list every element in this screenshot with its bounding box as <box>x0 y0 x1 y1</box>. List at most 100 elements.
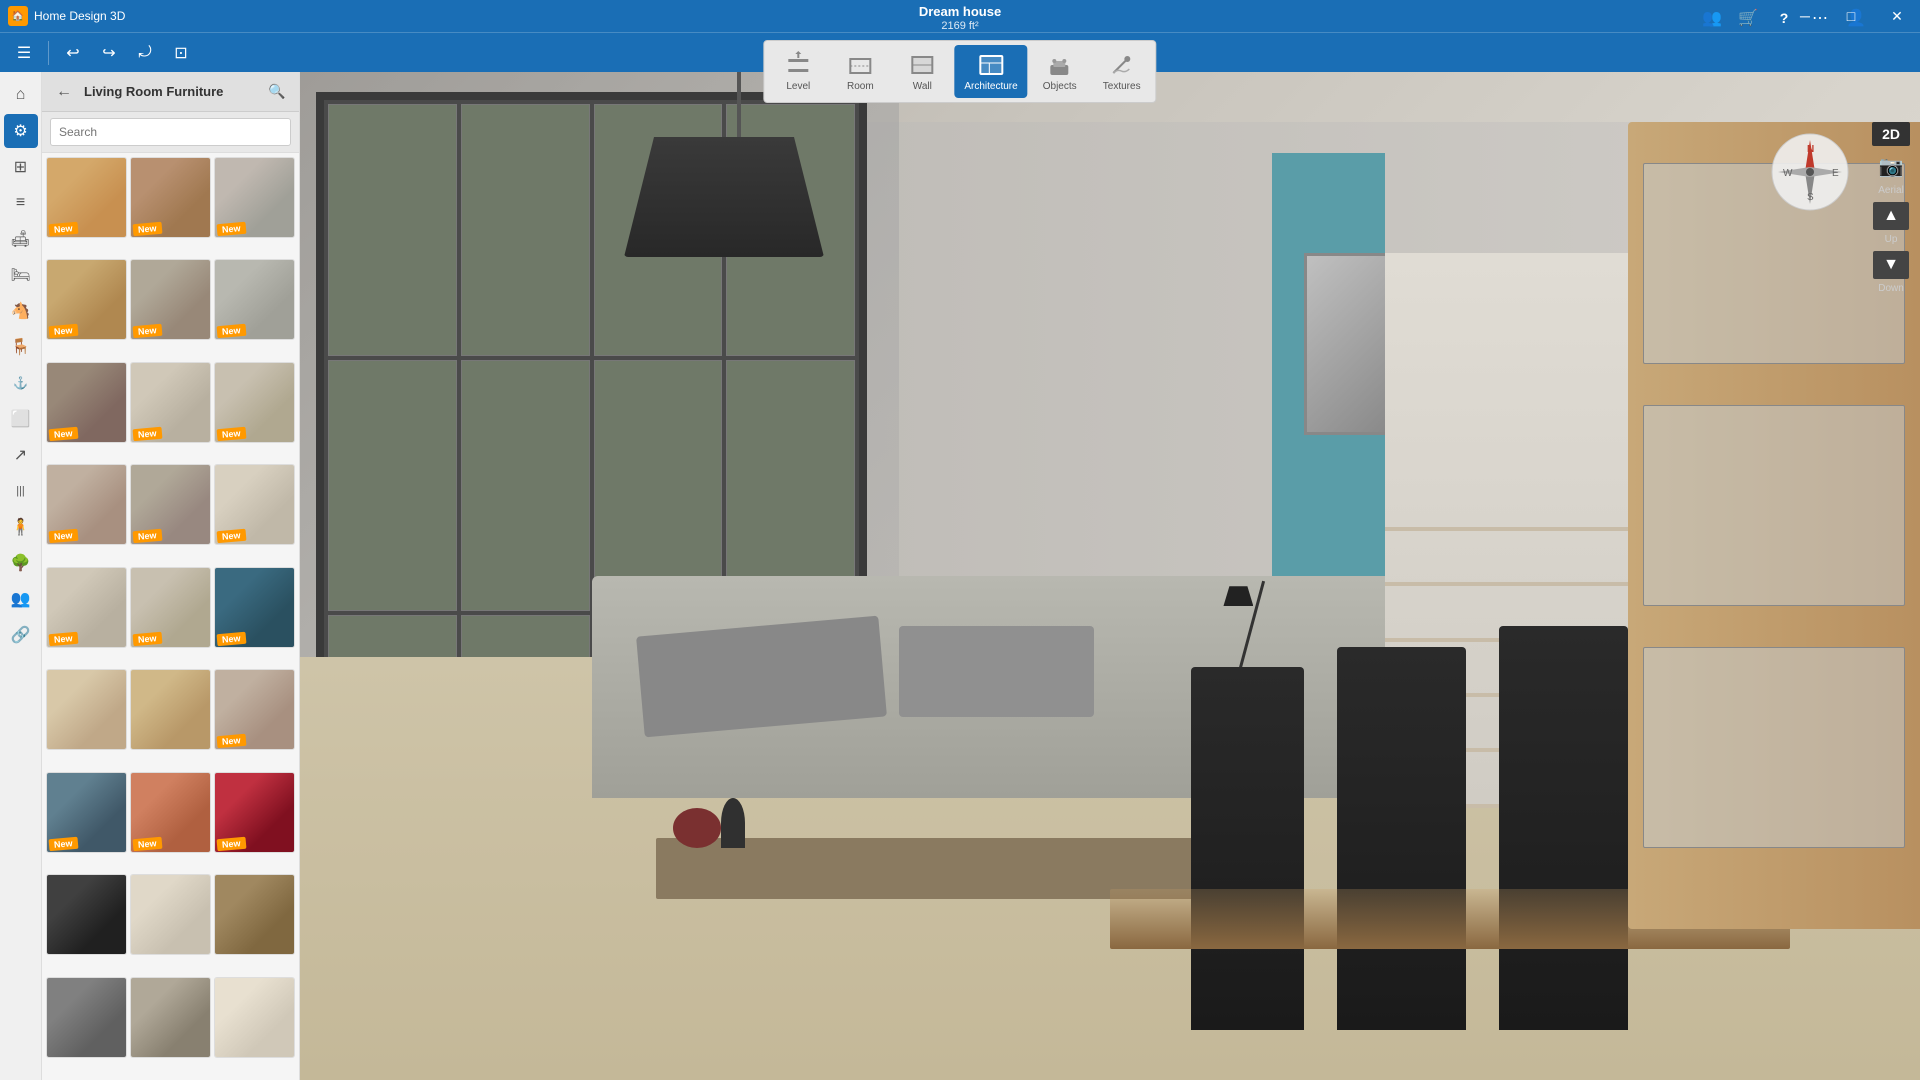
furniture-item-20[interactable]: New <box>130 772 211 853</box>
furniture-item-21[interactable]: New <box>214 772 295 853</box>
window-pane <box>594 360 723 611</box>
item-thumbnail-27 <box>215 978 294 1057</box>
furniture-item-27[interactable] <box>214 977 295 1058</box>
down-button[interactable]: ▼ <box>1873 251 1909 279</box>
furniture-item-23[interactable] <box>130 874 211 955</box>
tool-wall[interactable]: Wall <box>892 45 952 98</box>
furniture-item-1[interactable]: New <box>46 157 127 238</box>
dining-chair-2 <box>1337 647 1467 1030</box>
action-button-2[interactable]: ⊡ <box>165 37 197 69</box>
hamburger-button[interactable]: ☰ <box>8 37 40 69</box>
new-badge-2: New <box>133 222 162 236</box>
room-scene <box>300 72 1920 1080</box>
furniture-panel: ← Living Room Furniture 🔍 NewNewNewNewNe… <box>42 72 300 1080</box>
vase <box>673 808 722 848</box>
furniture-item-7[interactable]: New <box>46 362 127 443</box>
redo-button[interactable]: ↪ <box>93 37 125 69</box>
project-name: Dream house <box>919 4 1001 20</box>
furniture-item-19[interactable]: New <box>46 772 127 853</box>
action-button-1[interactable]: ⤾ <box>129 37 161 69</box>
new-badge-3: New <box>217 222 246 236</box>
svg-text:W: W <box>1783 168 1793 179</box>
item-thumbnail-22 <box>47 875 126 954</box>
compass: N S W E <box>1770 132 1850 212</box>
left-icon-layers[interactable]: ≡ <box>4 186 38 220</box>
up-label: Up <box>1885 234 1898 245</box>
cart-button[interactable]: 🛒 <box>1734 4 1762 32</box>
left-icon-fence[interactable]: ||| <box>4 474 38 508</box>
panel-search-icon[interactable]: 🔍 <box>265 80 289 104</box>
undo-button[interactable]: ↩ <box>57 37 89 69</box>
down-label: Down <box>1878 283 1904 294</box>
furniture-item-6[interactable]: New <box>214 259 295 340</box>
furniture-item-4[interactable]: New <box>46 259 127 340</box>
tool-objects[interactable]: Objects <box>1030 45 1090 98</box>
furniture-item-16[interactable] <box>46 669 127 750</box>
new-badge-8: New <box>133 427 162 441</box>
main-layout: ⌂ ⚙ ⊞ ≡ 🛋 🛏 🐴 🪑 ⚓ ⬜ ↗ ||| 🧍 🌳 👥 🔗 ← Livi… <box>0 72 1920 1080</box>
furniture-item-8[interactable]: New <box>130 362 211 443</box>
lamp-shade <box>624 137 824 257</box>
left-icon-connect[interactable]: 🔗 <box>4 618 38 652</box>
left-icon-animal[interactable]: 🐴 <box>4 294 38 328</box>
left-icon-stairs[interactable]: ↗ <box>4 438 38 472</box>
tool-textures[interactable]: Textures <box>1092 45 1152 98</box>
left-icon-person[interactable]: 🧍 <box>4 510 38 544</box>
left-sidebar-icons: ⌂ ⚙ ⊞ ≡ 🛋 🛏 🐴 🪑 ⚓ ⬜ ↗ ||| 🧍 🌳 👥 🔗 <box>0 72 42 1080</box>
furniture-item-14[interactable]: New <box>130 567 211 648</box>
furniture-item-22[interactable] <box>46 874 127 955</box>
up-button[interactable]: ▲ <box>1873 202 1909 230</box>
maximize-button[interactable]: □ <box>1828 0 1874 32</box>
lamp-cord <box>737 72 741 142</box>
tool-room[interactable]: Room <box>830 45 890 98</box>
users-button[interactable]: 👥 <box>1698 4 1726 32</box>
left-icon-grid[interactable]: ⊞ <box>4 150 38 184</box>
left-icon-tree[interactable]: 🌳 <box>4 546 38 580</box>
furniture-item-25[interactable] <box>46 977 127 1058</box>
left-icon-home[interactable]: ⌂ <box>4 78 38 112</box>
item-thumbnail-24 <box>215 875 294 954</box>
item-thumbnail-17 <box>131 670 210 749</box>
dining-chair-1 <box>1499 626 1629 1029</box>
separator-1 <box>48 41 49 65</box>
furniture-item-17[interactable] <box>130 669 211 750</box>
tool-level[interactable]: Level <box>768 45 828 98</box>
tool-architecture[interactable]: Architecture <box>954 45 1027 98</box>
left-icon-window[interactable]: ⬜ <box>4 402 38 436</box>
minimize-button[interactable]: ─ <box>1782 0 1828 32</box>
furniture-item-10[interactable]: New <box>46 464 127 545</box>
panel-back-button[interactable]: ← <box>52 80 76 104</box>
furniture-item-13[interactable]: New <box>46 567 127 648</box>
furniture-item-26[interactable] <box>130 977 211 1058</box>
left-icon-chair[interactable]: 🪑 <box>4 330 38 364</box>
2d-button[interactable]: 2D <box>1872 122 1910 146</box>
furniture-item-18[interactable]: New <box>214 669 295 750</box>
3d-viewport[interactable]: N S W E 2D 📷 Aerial ▲ Up ▼ Down <box>300 72 1920 1080</box>
left-icon-tools[interactable]: ⚙ <box>4 114 38 148</box>
dining-chair-3 <box>1191 667 1304 1030</box>
view-controls: 2D 📷 Aerial ▲ Up ▼ Down <box>1872 122 1910 294</box>
furniture-item-11[interactable]: New <box>130 464 211 545</box>
left-icon-group[interactable]: 👥 <box>4 582 38 616</box>
furniture-item-5[interactable]: New <box>130 259 211 340</box>
left-icon-sofa[interactable]: 🛋 <box>4 222 38 256</box>
furniture-items-grid: NewNewNewNewNewNewNewNewNewNewNewNewNewN… <box>42 153 299 1080</box>
furniture-item-15[interactable]: New <box>214 567 295 648</box>
window-pane <box>328 360 457 611</box>
furniture-item-24[interactable] <box>214 874 295 955</box>
panel-title: Living Room Furniture <box>84 84 257 99</box>
search-input[interactable] <box>50 118 291 146</box>
furniture-item-12[interactable]: New <box>214 464 295 545</box>
window-pane <box>461 360 590 611</box>
furniture-item-3[interactable]: New <box>214 157 295 238</box>
panel-header: ← Living Room Furniture 🔍 <box>42 72 299 112</box>
new-badge-14: New <box>133 632 162 646</box>
new-badge-15: New <box>217 632 246 646</box>
furniture-item-2[interactable]: New <box>130 157 211 238</box>
close-button[interactable]: ✕ <box>1874 0 1920 32</box>
left-icon-bed[interactable]: 🛏 <box>4 258 38 292</box>
window-pane <box>461 104 590 355</box>
left-icon-hanger[interactable]: ⚓ <box>4 366 38 400</box>
item-thumbnail-23 <box>131 875 210 954</box>
furniture-item-9[interactable]: New <box>214 362 295 443</box>
